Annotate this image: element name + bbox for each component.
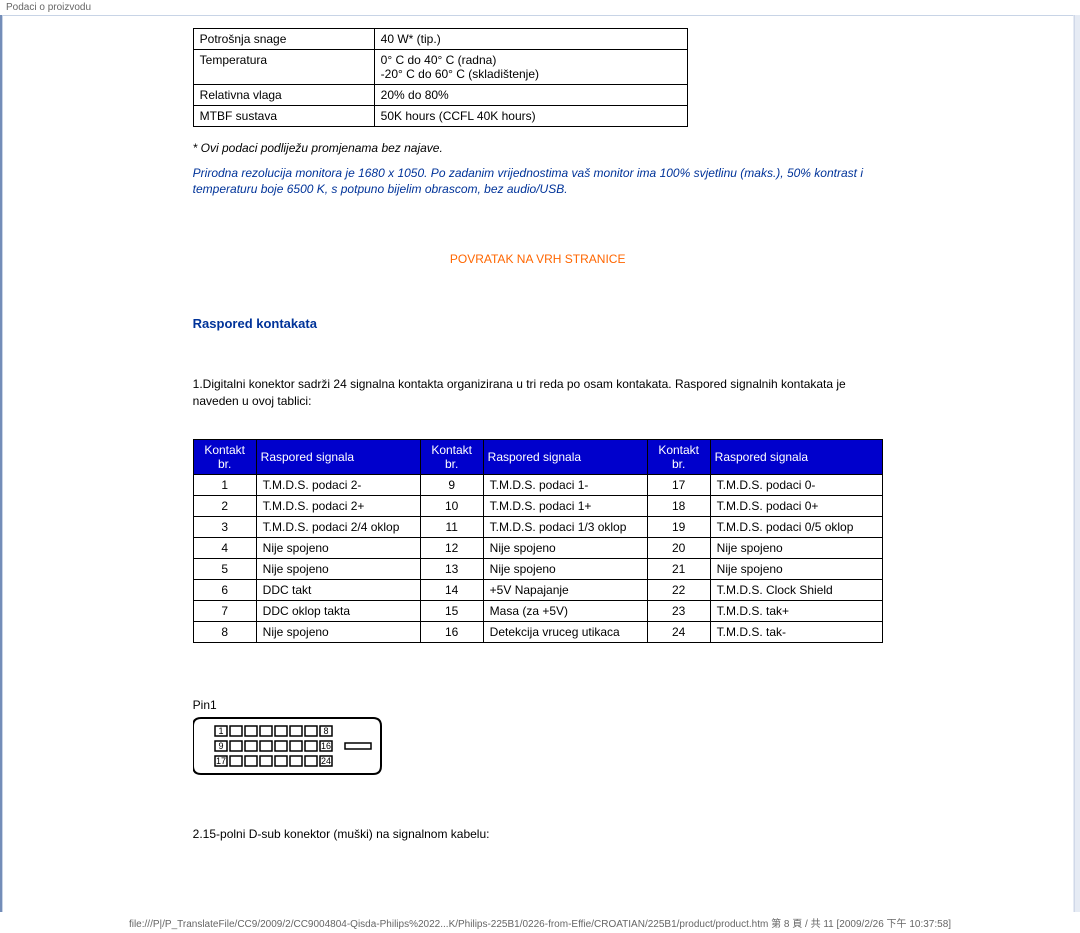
page-body: Potrošnja snage 40 W* (tip.) Temperatura… xyxy=(0,15,1080,912)
pin-num: 16 xyxy=(420,621,483,642)
pin-num: 10 xyxy=(420,495,483,516)
pin-num: 2 xyxy=(193,495,256,516)
pin-sig: T.M.D.S. podaci 2- xyxy=(256,474,420,495)
pin-sig: Nije spojeno xyxy=(256,621,420,642)
pin-sig: T.M.D.S. podaci 1- xyxy=(483,474,647,495)
svg-text:1: 1 xyxy=(218,726,223,736)
pin-header-num: Kontakt br. xyxy=(647,439,710,474)
pin-num: 20 xyxy=(647,537,710,558)
svg-text:9: 9 xyxy=(218,741,223,751)
spec-key: Temperatura xyxy=(193,50,374,85)
table-row: MTBF sustava 50K hours (CCFL 40K hours) xyxy=(193,106,687,127)
table-row: 7 DDC oklop takta 15 Masa (za +5V) 23 T.… xyxy=(193,600,882,621)
pin-sig: T.M.D.S. podaci 0/5 oklop xyxy=(710,516,882,537)
pin-num: 5 xyxy=(193,558,256,579)
pin-num: 18 xyxy=(647,495,710,516)
table-row: 1 T.M.D.S. podaci 2- 9 T.M.D.S. podaci 1… xyxy=(193,474,882,495)
pin-sig: T.M.D.S. podaci 0- xyxy=(710,474,882,495)
pin-num: 15 xyxy=(420,600,483,621)
table-row: 6 DDC takt 14 +5V Napajanje 22 T.M.D.S. … xyxy=(193,579,882,600)
spec-val: 20% do 80% xyxy=(374,85,687,106)
svg-text:8: 8 xyxy=(323,726,328,736)
pin-sig: T.M.D.S. podaci 0+ xyxy=(710,495,882,516)
pin-sig: Nije spojeno xyxy=(710,537,882,558)
pin-num: 22 xyxy=(647,579,710,600)
pin-num: 23 xyxy=(647,600,710,621)
section-heading-raspored: Raspored kontakata xyxy=(193,316,883,331)
pin-num: 24 xyxy=(647,621,710,642)
pin-num: 19 xyxy=(647,516,710,537)
pin-num: 7 xyxy=(193,600,256,621)
pin-sig: +5V Napajanje xyxy=(483,579,647,600)
pin-num: 3 xyxy=(193,516,256,537)
pin-num: 4 xyxy=(193,537,256,558)
pin-num: 1 xyxy=(193,474,256,495)
pin-sig: T.M.D.S. tak- xyxy=(710,621,882,642)
pin-num: 8 xyxy=(193,621,256,642)
spec-table: Potrošnja snage 40 W* (tip.) Temperatura… xyxy=(193,28,688,127)
pin-num: 12 xyxy=(420,537,483,558)
pin-num: 6 xyxy=(193,579,256,600)
pin-num: 17 xyxy=(647,474,710,495)
spec-val: 0° C do 40° C (radna) -20° C do 60° C (s… xyxy=(374,50,687,85)
spec-key: Relativna vlaga xyxy=(193,85,374,106)
spec-val: 50K hours (CCFL 40K hours) xyxy=(374,106,687,127)
pin-sig: T.M.D.S. Clock Shield xyxy=(710,579,882,600)
pin-sig: T.M.D.S. podaci 2/4 oklop xyxy=(256,516,420,537)
svg-text:17: 17 xyxy=(216,756,226,766)
right-sidebar xyxy=(1074,15,1080,912)
disclaimer-note: * Ovi podaci podliježu promjenama bez na… xyxy=(193,141,883,155)
pin-sig: Nije spojeno xyxy=(256,537,420,558)
connector-intro-text: 1.Digitalni konektor sadrži 24 signalna … xyxy=(193,376,883,408)
svg-text:24: 24 xyxy=(321,756,331,766)
pin-num: 11 xyxy=(420,516,483,537)
pin-num: 21 xyxy=(647,558,710,579)
table-row: 5 Nije spojeno 13 Nije spojeno 21 Nije s… xyxy=(193,558,882,579)
pin-sig: Nije spojeno xyxy=(483,558,647,579)
content-outer: Potrošnja snage 40 W* (tip.) Temperatura… xyxy=(2,15,1074,912)
pin1-label: Pin1 xyxy=(193,698,883,712)
spec-key: MTBF sustava xyxy=(193,106,374,127)
return-to-top-link[interactable]: POVRATAK NA VRH STRANICE xyxy=(193,252,883,266)
pin-sig: T.M.D.S. podaci 1/3 oklop xyxy=(483,516,647,537)
svg-text:16: 16 xyxy=(321,741,331,751)
pin-header-num: Kontakt br. xyxy=(420,439,483,474)
pin-sig: Nije spojeno xyxy=(710,558,882,579)
pin-sig: DDC oklop takta xyxy=(256,600,420,621)
pin-sig: DDC takt xyxy=(256,579,420,600)
table-row: Relativna vlaga 20% do 80% xyxy=(193,85,687,106)
pin-sig: Masa (za +5V) xyxy=(483,600,647,621)
table-row: 4 Nije spojeno 12 Nije spojeno 20 Nije s… xyxy=(193,537,882,558)
pin-num: 9 xyxy=(420,474,483,495)
resolution-note: Prirodna rezolucija monitora je 1680 x 1… xyxy=(193,165,883,197)
pin-sig: T.M.D.S. tak+ xyxy=(710,600,882,621)
pin-header-sig: Raspored signala xyxy=(256,439,420,474)
pin-num: 14 xyxy=(420,579,483,600)
pin-num: 13 xyxy=(420,558,483,579)
pin-header-sig: Raspored signala xyxy=(710,439,882,474)
pin-sig: T.M.D.S. podaci 1+ xyxy=(483,495,647,516)
spec-key: Potrošnja snage xyxy=(193,29,374,50)
content: Potrošnja snage 40 W* (tip.) Temperatura… xyxy=(3,16,1073,912)
pin-sig: T.M.D.S. podaci 2+ xyxy=(256,495,420,516)
table-row: 2 T.M.D.S. podaci 2+ 10 T.M.D.S. podaci … xyxy=(193,495,882,516)
pin-sig: Nije spojeno xyxy=(256,558,420,579)
pin-assignment-table: Kontakt br. Raspored signala Kontakt br.… xyxy=(193,439,883,643)
dvi-connector-diagram: 1 8 9 16 17 24 xyxy=(193,716,403,776)
table-row: 8 Nije spojeno 16 Detekcija vruceg utika… xyxy=(193,621,882,642)
table-row: Temperatura 0° C do 40° C (radna) -20° C… xyxy=(193,50,687,85)
page-header-label: Podaci o proizvodu xyxy=(0,0,1080,15)
pin-sig: Detekcija vruceg utikaca xyxy=(483,621,647,642)
spec-val: 40 W* (tip.) xyxy=(374,29,687,50)
table-row: Potrošnja snage 40 W* (tip.) xyxy=(193,29,687,50)
pin-header-sig: Raspored signala xyxy=(483,439,647,474)
table-row: 3 T.M.D.S. podaci 2/4 oklop 11 T.M.D.S. … xyxy=(193,516,882,537)
footer-file-path: file:///P|/P_TranslateFile/CC9/2009/2/CC… xyxy=(0,912,1080,933)
pin-sig: Nije spojeno xyxy=(483,537,647,558)
pin-header-num: Kontakt br. xyxy=(193,439,256,474)
